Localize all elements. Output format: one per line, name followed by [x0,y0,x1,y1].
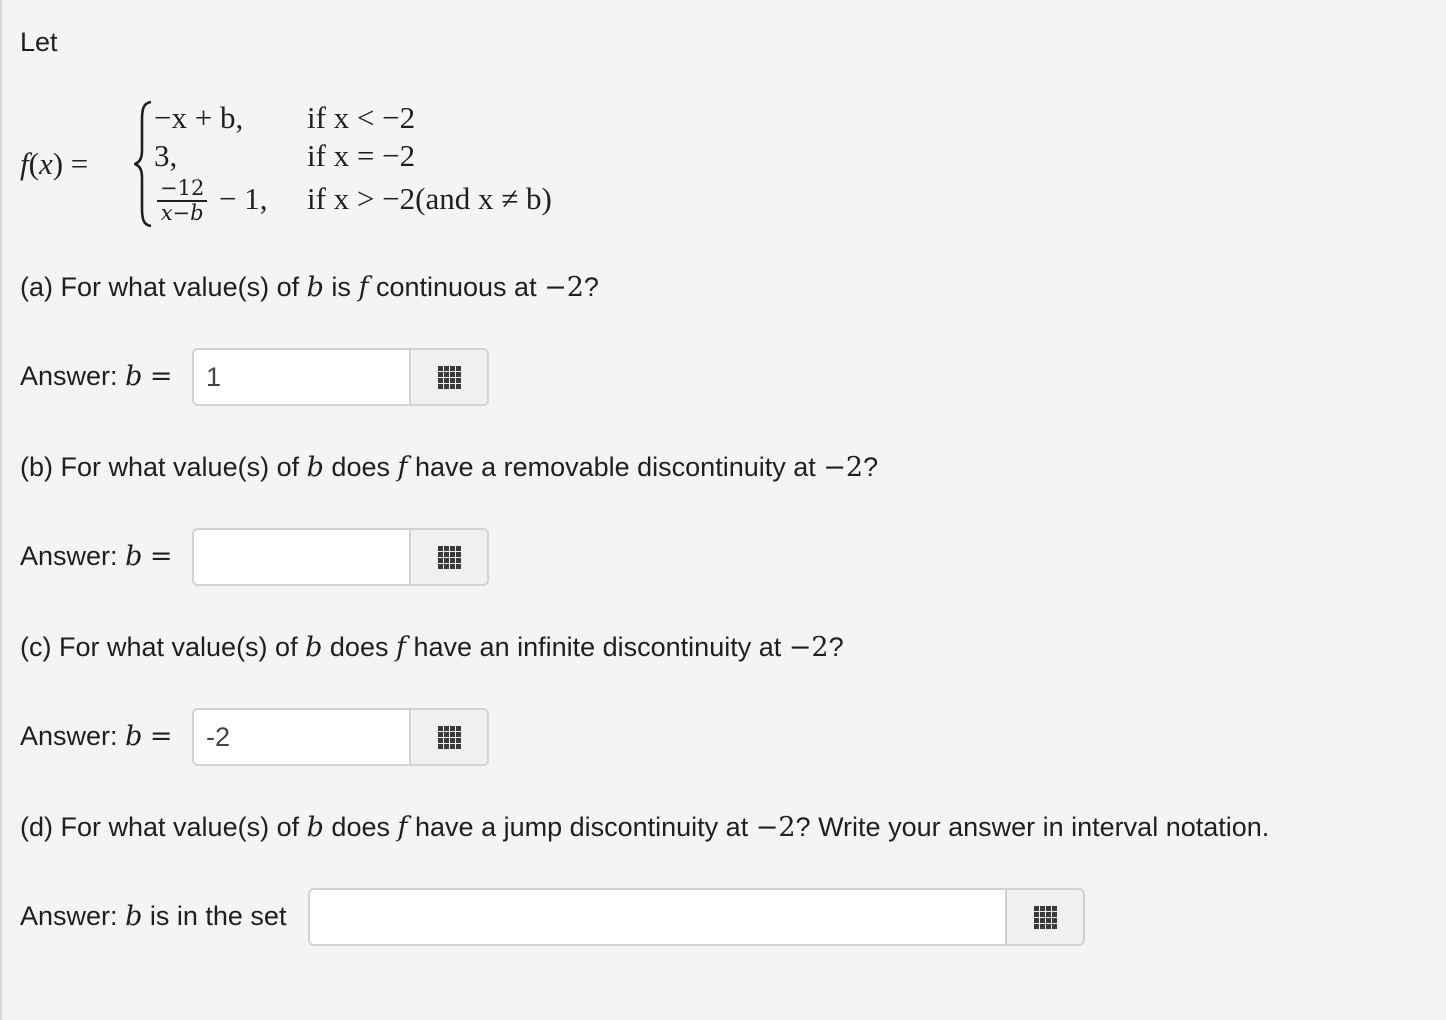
answer-b-input[interactable] [194,530,409,584]
answer-d-keyboard-button[interactable] [1005,890,1083,944]
case-3-condition: if x > −2(and x ≠ b) [307,181,552,216]
answer-c-label: Answer: b = [20,721,173,752]
question-c: (c) For what value(s) of b does f have a… [20,632,844,663]
answer-d-label: Answer: b is in the set [20,901,287,932]
keyboard-grid-icon [1033,905,1057,929]
answer-d-field [308,888,1085,946]
answer-b-field [192,528,489,586]
left-border [0,0,2,1020]
question-d: (d) For what value(s) of b does f have a… [20,812,1270,843]
keyboard-grid-icon [437,725,461,749]
answer-b-label: Answer: b = [20,541,173,572]
answer-b-keyboard-button[interactable] [409,530,487,584]
answer-c-input[interactable] [194,710,409,764]
case-1-expr: −x + b, [154,100,244,135]
answer-a-field [192,348,489,406]
answer-d-input[interactable] [310,890,1005,944]
question-b: (b) For what value(s) of b does f have a… [20,452,879,483]
answer-a-label: Answer: b = [20,361,173,392]
answer-a-keyboard-button[interactable] [409,350,487,404]
keyboard-grid-icon [437,545,461,569]
function-lhs: f(x) = [20,146,89,181]
case-3-expr-tail: − 1, [219,181,268,216]
fraction-numerator: −12 [160,176,205,200]
case-2-expr: 3, [154,138,178,173]
left-brace-icon [134,100,152,228]
case-2-condition: if x = −2 [307,138,416,173]
fraction-denominator: x−b [160,200,204,225]
answer-a-input[interactable] [194,350,409,404]
intro-text: Let [20,27,58,57]
question-a: (a) For what value(s) of b is f continuo… [20,272,599,303]
answer-c-field [192,708,489,766]
case-1-condition: if x < −2 [307,100,416,135]
keyboard-grid-icon [437,365,461,389]
case-3-fraction: −12 x−b [157,176,208,225]
function-name: f [20,146,29,181]
answer-c-keyboard-button[interactable] [409,710,487,764]
